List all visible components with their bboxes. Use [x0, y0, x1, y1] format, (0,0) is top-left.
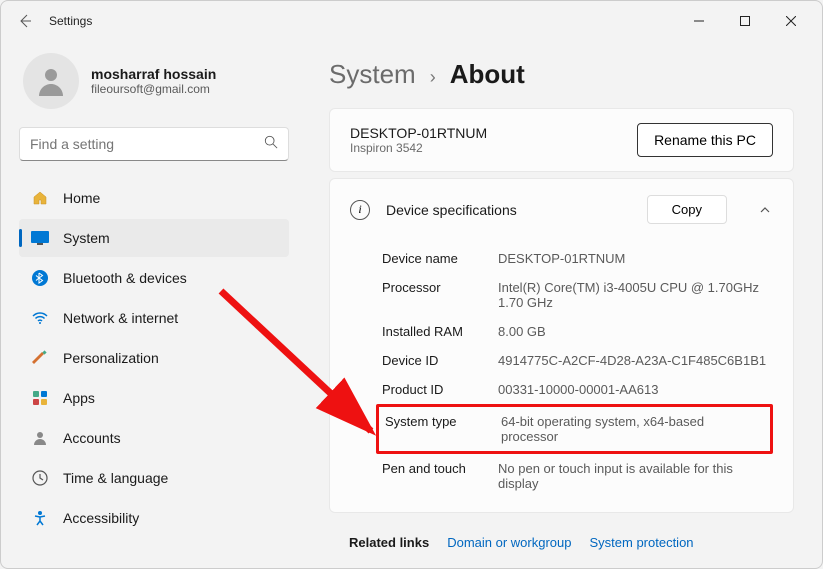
spec-row: Installed RAM8.00 GB — [382, 317, 773, 346]
network-icon — [31, 309, 49, 327]
spec-row: Product ID00331-10000-00001-AA613 — [382, 375, 773, 404]
copy-button[interactable]: Copy — [647, 195, 727, 224]
time-icon — [31, 469, 49, 487]
chevron-right-icon: › — [430, 67, 436, 88]
profile-email: fileoursoft@gmail.com — [91, 82, 216, 96]
spec-label: Device ID — [382, 353, 498, 368]
spec-label: Device name — [382, 251, 498, 266]
sidebar-item-label: Network & internet — [63, 310, 178, 326]
system-icon — [31, 229, 49, 247]
search-input[interactable] — [30, 136, 264, 152]
spec-label: System type — [385, 414, 501, 429]
accounts-icon — [31, 429, 49, 447]
device-specs-header[interactable]: i Device specifications Copy — [330, 179, 793, 240]
spec-value: 64-bit operating system, x64-based proce… — [501, 414, 764, 444]
related-links-label: Related links — [349, 535, 429, 550]
spec-row: Pen and touchNo pen or touch input is av… — [382, 454, 773, 498]
spec-value: Intel(R) Core(TM) i3-4005U CPU @ 1.70GHz… — [498, 280, 773, 310]
app-title: Settings — [49, 14, 92, 28]
spec-row: System type64-bit operating system, x64-… — [376, 404, 773, 454]
sidebar-item-label: Personalization — [63, 350, 159, 366]
chevron-up-icon — [757, 202, 773, 218]
bluetooth-icon — [31, 269, 49, 287]
spec-label: Product ID — [382, 382, 498, 397]
apps-icon — [31, 389, 49, 407]
sidebar-item-home[interactable]: Home — [19, 179, 289, 217]
home-icon — [31, 189, 49, 207]
spec-row: ProcessorIntel(R) Core(TM) i3-4005U CPU … — [382, 273, 773, 317]
spec-value: 4914775C-A2CF-4D28-A23A-C1F485C6B1B1 — [498, 353, 773, 368]
info-icon: i — [350, 200, 370, 220]
related-link-system-protection[interactable]: System protection — [589, 535, 693, 550]
sidebar-item-label: System — [63, 230, 110, 246]
breadcrumb: System › About — [329, 59, 794, 90]
sidebar-item-accessibility[interactable]: Accessibility — [19, 499, 289, 537]
sidebar-item-personalization[interactable]: Personalization — [19, 339, 289, 377]
page-title: About — [450, 59, 525, 90]
sidebar-item-network[interactable]: Network & internet — [19, 299, 289, 337]
sidebar-item-bluetooth[interactable]: Bluetooth & devices — [19, 259, 289, 297]
accessibility-icon — [31, 509, 49, 527]
sidebar-item-label: Accounts — [63, 430, 121, 446]
maximize-button[interactable] — [722, 5, 768, 37]
sidebar-item-label: Bluetooth & devices — [63, 270, 187, 286]
sidebar-item-label: Home — [63, 190, 100, 206]
personalization-icon — [31, 349, 49, 367]
sidebar-item-time[interactable]: Time & language — [19, 459, 289, 497]
rename-pc-button[interactable]: Rename this PC — [637, 123, 773, 157]
sidebar-item-system[interactable]: System — [19, 219, 289, 257]
sidebar-item-label: Time & language — [63, 470, 168, 486]
close-button[interactable] — [768, 5, 814, 37]
sidebar-item-label: Accessibility — [63, 510, 139, 526]
breadcrumb-parent[interactable]: System — [329, 59, 416, 90]
spec-label: Pen and touch — [382, 461, 498, 476]
search-box[interactable] — [19, 127, 289, 161]
spec-value: 8.00 GB — [498, 324, 773, 339]
spec-value: No pen or touch input is available for t… — [498, 461, 773, 491]
spec-value: DESKTOP-01RTNUM — [498, 251, 773, 266]
spec-value: 00331-10000-00001-AA613 — [498, 382, 773, 397]
spec-label: Processor — [382, 280, 498, 295]
device-name: DESKTOP-01RTNUM — [350, 125, 487, 141]
sidebar-item-label: Apps — [63, 390, 95, 406]
spec-row: Device ID4914775C-A2CF-4D28-A23A-C1F485C… — [382, 346, 773, 375]
profile-name: mosharraf hossain — [91, 66, 216, 82]
search-icon — [264, 135, 278, 154]
spec-label: Installed RAM — [382, 324, 498, 339]
minimize-button[interactable] — [676, 5, 722, 37]
related-link-domain[interactable]: Domain or workgroup — [447, 535, 571, 550]
back-button[interactable] — [9, 5, 41, 37]
profile-block[interactable]: mosharraf hossain fileoursoft@gmail.com — [19, 53, 289, 109]
avatar — [23, 53, 79, 109]
device-model: Inspiron 3542 — [350, 141, 487, 155]
spec-row: Device nameDESKTOP-01RTNUM — [382, 244, 773, 273]
specs-title: Device specifications — [386, 202, 631, 218]
sidebar-item-accounts[interactable]: Accounts — [19, 419, 289, 457]
sidebar-item-apps[interactable]: Apps — [19, 379, 289, 417]
